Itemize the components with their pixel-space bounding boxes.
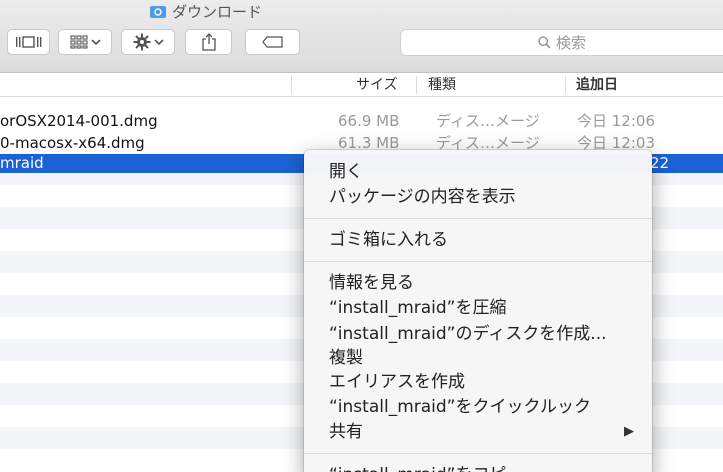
gear-icon bbox=[133, 33, 150, 51]
menu-separator bbox=[304, 261, 652, 262]
window-title-text: ダウンロード bbox=[172, 2, 263, 21]
share-icon bbox=[201, 33, 216, 51]
menu-separator bbox=[304, 453, 652, 454]
menu-item-get-info[interactable]: 情報を見る bbox=[304, 271, 652, 295]
share-button[interactable] bbox=[185, 29, 232, 55]
menu-item-copy[interactable]: “install_mraid”をコピー bbox=[304, 463, 652, 472]
column-header: サイズ 種類 追加日 bbox=[0, 73, 723, 97]
chevron-down-icon bbox=[90, 39, 101, 46]
grid-icon bbox=[69, 35, 88, 49]
arrange-button[interactable] bbox=[58, 29, 112, 55]
view-mode-button[interactable] bbox=[7, 29, 50, 55]
menu-item-open[interactable]: 開く bbox=[304, 160, 652, 184]
file-date-added: 今日 12:06 bbox=[577, 112, 655, 130]
search-icon bbox=[538, 36, 551, 49]
column-divider[interactable] bbox=[416, 76, 417, 94]
search-field[interactable]: 検索 bbox=[400, 29, 723, 56]
menu-item-duplicate[interactable]: 複製 bbox=[304, 346, 652, 370]
tag-icon bbox=[261, 36, 283, 48]
menu-item-make-alias[interactable]: エイリアスを作成 bbox=[304, 370, 652, 394]
menu-item-show-package-contents[interactable]: パッケージの内容を表示 bbox=[304, 185, 652, 209]
file-name: 0-macosx-x64.dmg bbox=[0, 134, 145, 152]
file-name: mraid bbox=[0, 154, 44, 172]
window-toolbar: ダウンロード 検索 bbox=[0, 0, 723, 73]
file-date-added: 22 bbox=[650, 154, 670, 172]
submenu-arrow-icon: ▶ bbox=[624, 424, 634, 439]
menu-item-quick-look[interactable]: “install_mraid”をクイックルック bbox=[304, 395, 652, 419]
file-row[interactable]: orOSX2014-001.dmg 66.9 MB ディス…メージ 今日 12:… bbox=[0, 110, 723, 132]
menu-item-share[interactable]: 共有 ▶ bbox=[304, 420, 652, 444]
menu-item-compress[interactable]: “install_mraid”を圧縮 bbox=[304, 296, 652, 320]
file-size: 66.9 MB bbox=[338, 112, 400, 130]
column-header-kind[interactable]: 種類 bbox=[428, 73, 456, 97]
menu-separator bbox=[304, 218, 652, 219]
context-menu: 開く パッケージの内容を表示 ゴミ箱に入れる 情報を見る “install_mr… bbox=[304, 150, 652, 472]
tags-button[interactable] bbox=[245, 29, 300, 55]
column-divider[interactable] bbox=[291, 76, 292, 94]
column-view-icon bbox=[15, 36, 41, 48]
window-title: ダウンロード bbox=[150, 0, 262, 22]
column-header-added[interactable]: 追加日 bbox=[576, 73, 618, 97]
file-kind: ディス…メージ bbox=[436, 112, 540, 130]
menu-item-share-label: 共有 bbox=[329, 422, 363, 442]
search-placeholder: 検索 bbox=[555, 34, 586, 52]
column-divider[interactable] bbox=[565, 76, 566, 94]
action-button[interactable] bbox=[121, 29, 175, 55]
menu-item-move-to-trash[interactable]: ゴミ箱に入れる bbox=[304, 228, 652, 252]
chevron-down-icon bbox=[153, 39, 164, 46]
file-name: orOSX2014-001.dmg bbox=[0, 112, 158, 130]
column-header-size[interactable]: サイズ bbox=[356, 73, 398, 97]
folder-icon bbox=[150, 5, 166, 18]
menu-item-burn-to-disc[interactable]: “install_mraid”のディスクを作成... bbox=[304, 322, 652, 346]
